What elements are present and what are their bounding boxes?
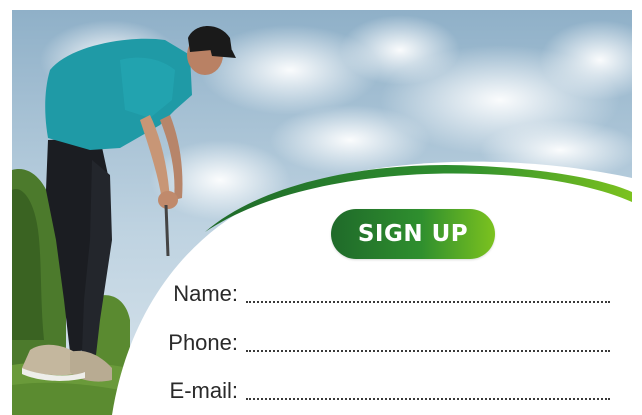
signup-card: SIGN UP Name: Phone: E-mail: [0, 0, 642, 415]
phone-label: Phone: [168, 330, 238, 355]
email-field[interactable] [246, 380, 610, 400]
sign-up-button[interactable]: SIGN UP [331, 209, 495, 259]
name-field[interactable] [246, 283, 610, 303]
phone-field[interactable] [246, 332, 610, 352]
name-label: Name: [173, 281, 238, 306]
email-label: E-mail: [169, 378, 238, 403]
